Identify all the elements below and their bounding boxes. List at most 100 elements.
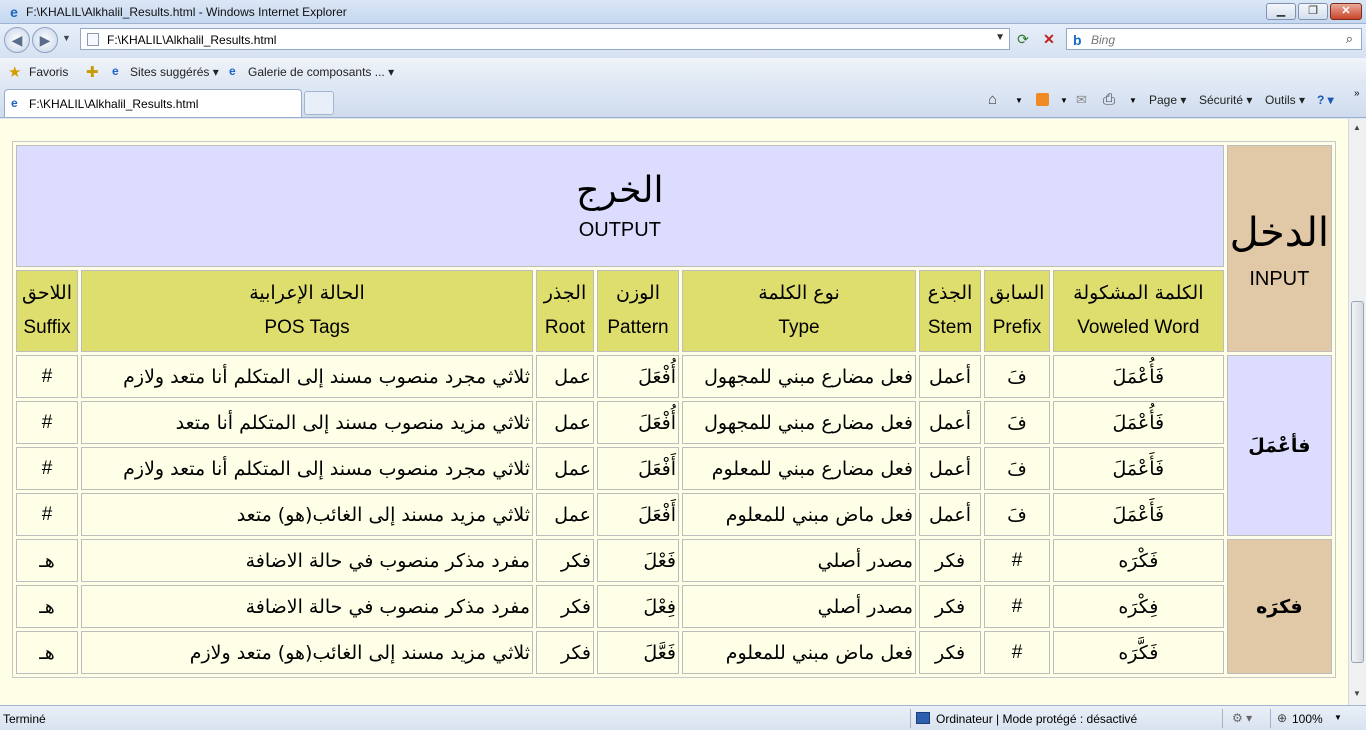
output-title-ar: الخرج: [576, 170, 664, 211]
address-toolbar: ◀ ▶ ▼ F:\KHALIL\Alkhalil_Results.html ▼ …: [0, 24, 1366, 58]
stem-cell: أعمل: [919, 493, 981, 536]
zoom-level[interactable]: 100%: [1292, 712, 1323, 726]
table-row: هـ مفرد مذكر منصوب في حالة الاضافة فكر ف…: [16, 585, 1332, 628]
col-header-stem: الجذع Stem: [919, 270, 981, 352]
table-row: # ثلاثي مزيد مسند إلى الغائب(هو) متعد عم…: [16, 493, 1332, 536]
stem-cell: فكر: [919, 631, 981, 674]
stem-cell: أعمل: [919, 401, 981, 444]
col-label-en: Suffix: [23, 317, 71, 338]
stop-icon[interactable]: ✕: [1040, 30, 1058, 48]
vertical-scrollbar[interactable]: ▲ ▼: [1348, 119, 1366, 705]
type-cell: فعل مضارع مبني للمجهول: [682, 355, 916, 398]
search-box[interactable]: b Bing ⌕: [1066, 28, 1362, 50]
type-cell: فعل ماض مبني للمعلوم: [682, 493, 916, 536]
window-title: F:\KHALIL\Alkhalil_Results.html - Window…: [26, 5, 347, 19]
suffix-cell: #: [16, 447, 78, 490]
col-header-pos: الحالة الإعرابية POS Tags: [81, 270, 533, 352]
voweled-word-cell: فَأُعْمَلَ: [1053, 401, 1224, 444]
col-header-pattern: الوزن Pattern: [597, 270, 679, 352]
suggested-sites-link[interactable]: Sites suggérés ▾: [130, 65, 219, 79]
help-menu[interactable]: ? ▾: [1317, 93, 1334, 107]
print-icon[interactable]: ⎙: [1103, 91, 1115, 108]
prefix-cell: فَ: [984, 401, 1050, 444]
mail-icon[interactable]: ✉: [1076, 92, 1087, 108]
pattern-cell: فِعْلَ: [597, 585, 679, 628]
page-menu[interactable]: Page ▾: [1149, 93, 1186, 107]
pattern-cell: أَفْعَلَ: [597, 493, 679, 536]
search-icon[interactable]: ⌕: [1346, 31, 1353, 47]
input-title-en: INPUT: [1249, 267, 1310, 290]
history-dropdown-icon[interactable]: ▼: [62, 33, 71, 43]
ie-page-icon: e: [112, 64, 119, 78]
pos-cell: مفرد مذكر منصوب في حالة الاضافة: [81, 539, 533, 582]
feed-dropdown-icon[interactable]: ▼: [1060, 96, 1068, 105]
address-bar[interactable]: F:\KHALIL\Alkhalil_Results.html ▼: [80, 28, 1010, 50]
print-dropdown-icon[interactable]: ▼: [1129, 96, 1137, 105]
new-tab-button[interactable]: [304, 91, 334, 115]
voweled-word-cell: فِكْرَه: [1053, 585, 1224, 628]
web-slice-gallery-link[interactable]: Galerie de composants ... ▾: [248, 65, 394, 79]
scroll-up-icon[interactable]: ▲: [1353, 123, 1361, 132]
minimize-button[interactable]: ▁: [1266, 3, 1296, 20]
prefix-cell: فَ: [984, 355, 1050, 398]
col-label-en: Voweled Word: [1077, 317, 1200, 338]
close-button[interactable]: ✕: [1330, 3, 1362, 20]
add-favorite-icon[interactable]: ✚: [86, 63, 99, 81]
col-label-en: Prefix: [992, 317, 1042, 338]
zoom-icon[interactable]: ⊕: [1277, 711, 1287, 725]
col-label-ar: نوع الكلمة: [758, 282, 840, 304]
type-cell: فعل ماض مبني للمعلوم: [682, 631, 916, 674]
zoom-dropdown-icon[interactable]: ▼: [1334, 713, 1342, 722]
tools-menu[interactable]: Outils ▾: [1265, 93, 1305, 107]
restore-button[interactable]: ❐: [1298, 3, 1328, 20]
input-word-cell: فأعْمَلَ: [1226, 355, 1332, 536]
ie-page-icon: e: [229, 64, 236, 78]
rss-feed-icon[interactable]: [1036, 93, 1049, 106]
root-cell: فكر: [536, 539, 594, 582]
ie-page-icon: e: [11, 96, 18, 110]
scroll-down-icon[interactable]: ▼: [1353, 689, 1361, 698]
col-header-suffix: اللاحق Suffix: [16, 270, 78, 352]
table-row: # ثلاثي مجرد منصوب مسند إلى المتكلم أنا …: [16, 447, 1332, 490]
suffix-cell: #: [16, 355, 78, 398]
divider: [1222, 709, 1223, 728]
output-header: الخرج OUTPUT: [16, 145, 1224, 267]
pos-cell: ثلاثي مزيد منصوب مسند إلى المتكلم أنا مت…: [81, 401, 533, 444]
favorites-button[interactable]: Favoris: [29, 65, 68, 79]
type-cell: مصدر أصلي: [682, 585, 916, 628]
tab-active[interactable]: e F:\KHALIL\Alkhalil_Results.html: [4, 89, 302, 117]
stem-cell: أعمل: [919, 355, 981, 398]
protected-mode-icon[interactable]: ⚙ ▾: [1232, 711, 1252, 725]
home-icon[interactable]: ⌂: [988, 91, 997, 108]
prefix-cell: فَ: [984, 493, 1050, 536]
pos-cell: ثلاثي مزيد مسند إلى الغائب(هو) متعد ولاز…: [81, 631, 533, 674]
col-label-en: POS Tags: [264, 317, 350, 338]
forward-button[interactable]: ▶: [32, 27, 58, 53]
security-menu[interactable]: Sécurité ▾: [1199, 93, 1252, 107]
pattern-cell: أُفْعَلَ: [597, 401, 679, 444]
col-label-en: Root: [544, 317, 586, 338]
home-dropdown-icon[interactable]: ▼: [1015, 96, 1023, 105]
col-label-en: Stem: [927, 317, 973, 338]
chevron-more-icon[interactable]: »: [1354, 88, 1360, 99]
address-dropdown-icon[interactable]: ▼: [995, 32, 1005, 43]
type-cell: مصدر أصلي: [682, 539, 916, 582]
computer-zone-icon: [916, 712, 930, 724]
voweled-word-cell: فَأُعْمَلَ: [1053, 355, 1224, 398]
address-input[interactable]: F:\KHALIL\Alkhalil_Results.html: [107, 33, 276, 47]
scrollbar-thumb[interactable]: [1351, 301, 1364, 663]
search-input[interactable]: Bing: [1091, 33, 1115, 47]
pattern-cell: أَفْعَلَ: [597, 447, 679, 490]
pos-cell: مفرد مذكر منصوب في حالة الاضافة: [81, 585, 533, 628]
col-label-ar: الحالة الإعرابية: [249, 282, 365, 304]
table-row: هـ مفرد مذكر منصوب في حالة الاضافة فكر ف…: [16, 539, 1332, 674]
table-row: # ثلاثي مجرد منصوب مسند إلى المتكلم أنا …: [16, 355, 1332, 536]
suffix-cell: هـ: [16, 631, 78, 674]
prefix-cell: #: [984, 539, 1050, 582]
input-header: الدخل INPUT: [1226, 145, 1332, 352]
back-button[interactable]: ◀: [4, 27, 30, 53]
refresh-icon[interactable]: ⟳: [1014, 30, 1032, 48]
root-cell: فكر: [536, 585, 594, 628]
col-header-root: الجذر Root: [536, 270, 594, 352]
security-zone-text[interactable]: Ordinateur | Mode protégé : désactivé: [936, 712, 1137, 726]
